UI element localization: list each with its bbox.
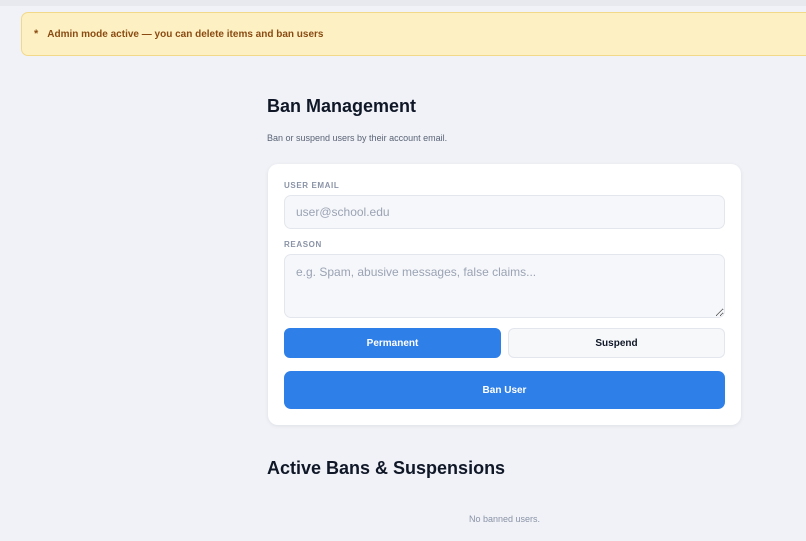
reason-textarea[interactable] [284,254,725,318]
admin-mode-banner: * Admin mode active — you can delete ite… [21,12,806,56]
ban-form-card: USER EMAIL REASON Permanent Suspend Ban … [268,164,741,425]
top-bar [0,0,806,6]
admin-mode-banner-text: Admin mode active — you can delete items… [47,28,324,40]
no-banned-users-message: No banned users. [468,514,541,524]
permanent-button[interactable]: Permanent [284,328,501,358]
user-email-input[interactable] [284,195,725,229]
page-subtitle: Ban or suspend users by their account em… [267,133,448,143]
user-email-label: USER EMAIL [284,181,340,190]
reason-label: REASON [284,240,322,249]
ban-user-button[interactable]: Ban User [284,371,725,409]
page-title: Ban Management [267,96,417,116]
suspend-button[interactable]: Suspend [508,328,725,358]
asterisk-icon: * [34,27,39,40]
active-bans-title: Active Bans & Suspensions [267,458,506,478]
